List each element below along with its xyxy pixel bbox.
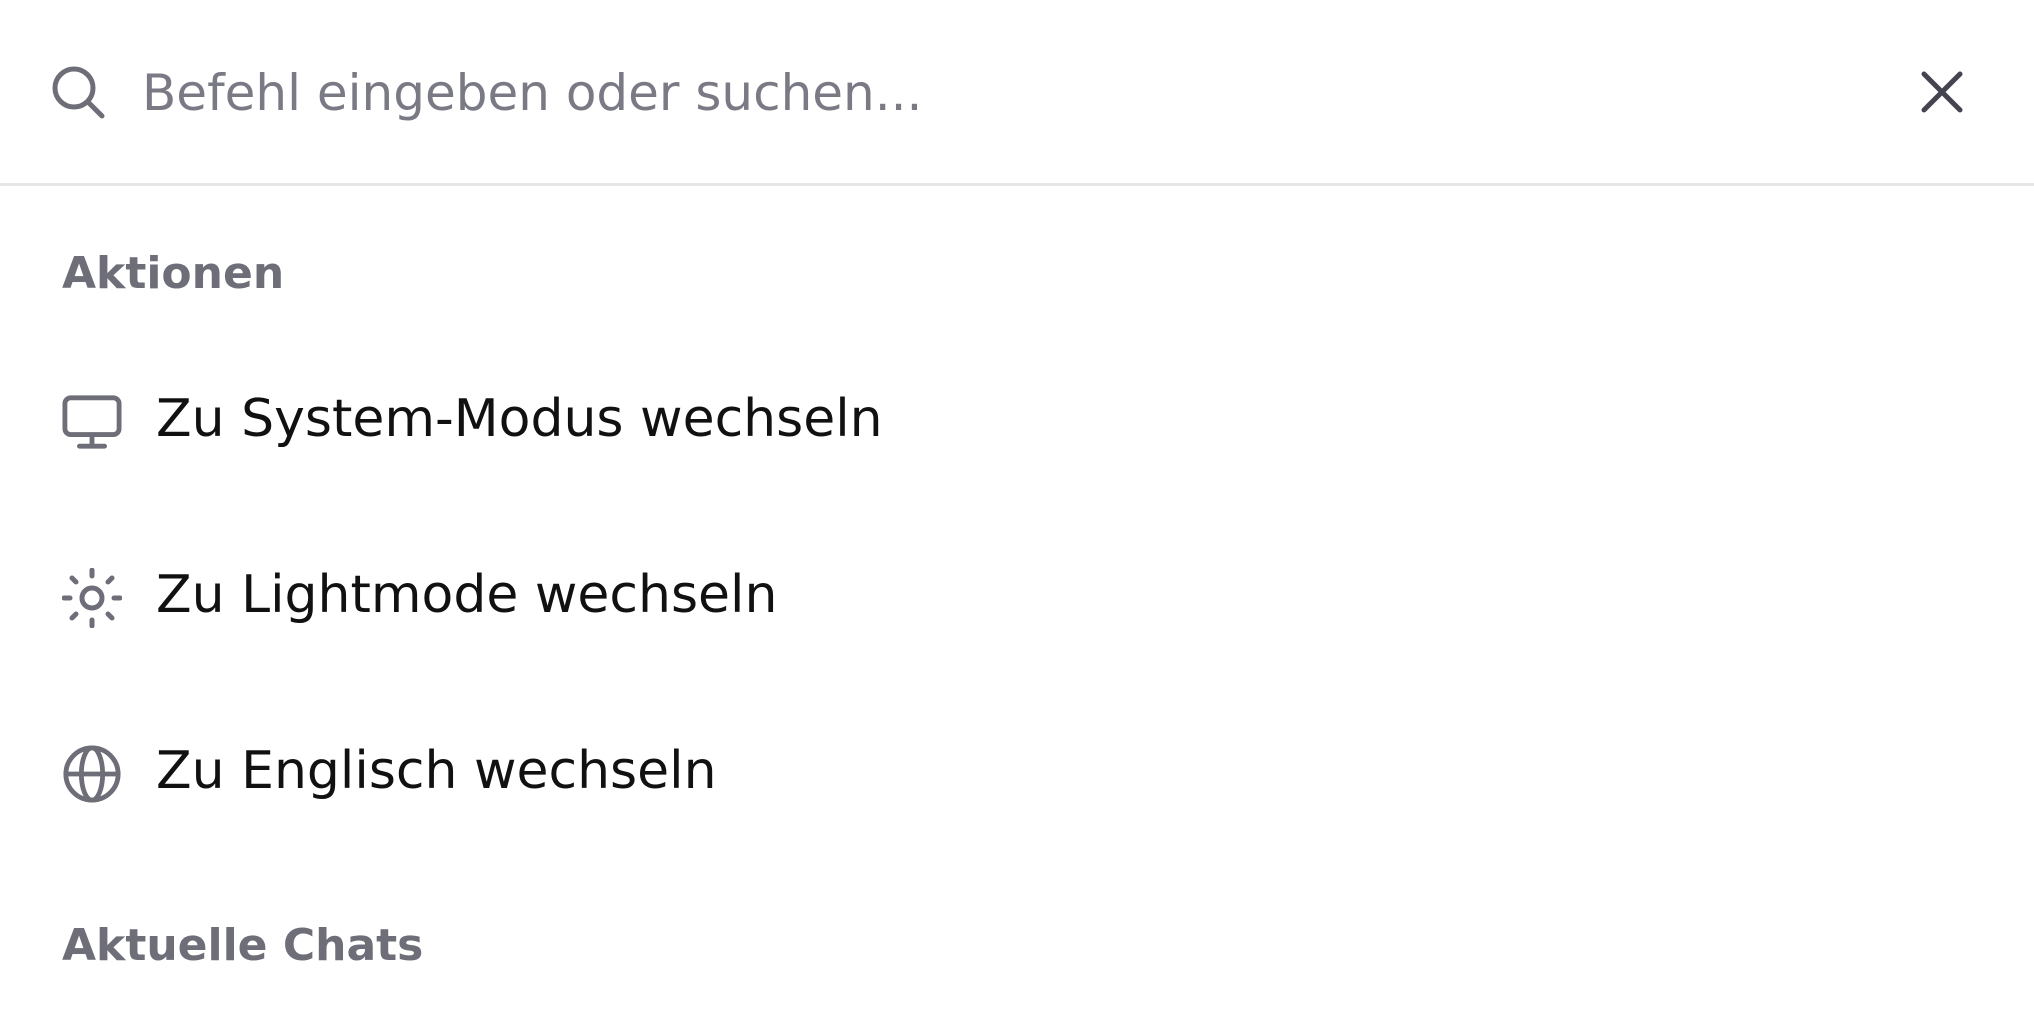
section-heading-actions: Aktionen	[62, 248, 285, 299]
sun-icon	[62, 568, 122, 628]
action-system-mode[interactable]: Zu System-Modus wechseln	[0, 346, 2034, 496]
search-icon	[48, 62, 108, 122]
action-label: Zu System-Modus wechseln	[156, 389, 883, 449]
action-light-mode[interactable]: Zu Lightmode wechseln	[0, 522, 2034, 672]
section-heading-recent-chats: Aktuelle Chats	[62, 920, 424, 971]
close-icon	[1918, 68, 1966, 120]
search-input[interactable]	[142, 48, 1842, 138]
action-label: Zu Lightmode wechseln	[156, 565, 778, 625]
action-label: Zu Englisch wechseln	[156, 741, 717, 801]
monitor-icon	[62, 392, 122, 452]
action-switch-language[interactable]: Zu Englisch wechseln	[0, 698, 2034, 848]
command-palette: Aktionen Zu System-Modus wechseln	[0, 0, 2034, 1020]
globe-icon	[62, 744, 122, 804]
search-bar	[0, 0, 2034, 186]
close-button[interactable]	[1912, 64, 1972, 124]
